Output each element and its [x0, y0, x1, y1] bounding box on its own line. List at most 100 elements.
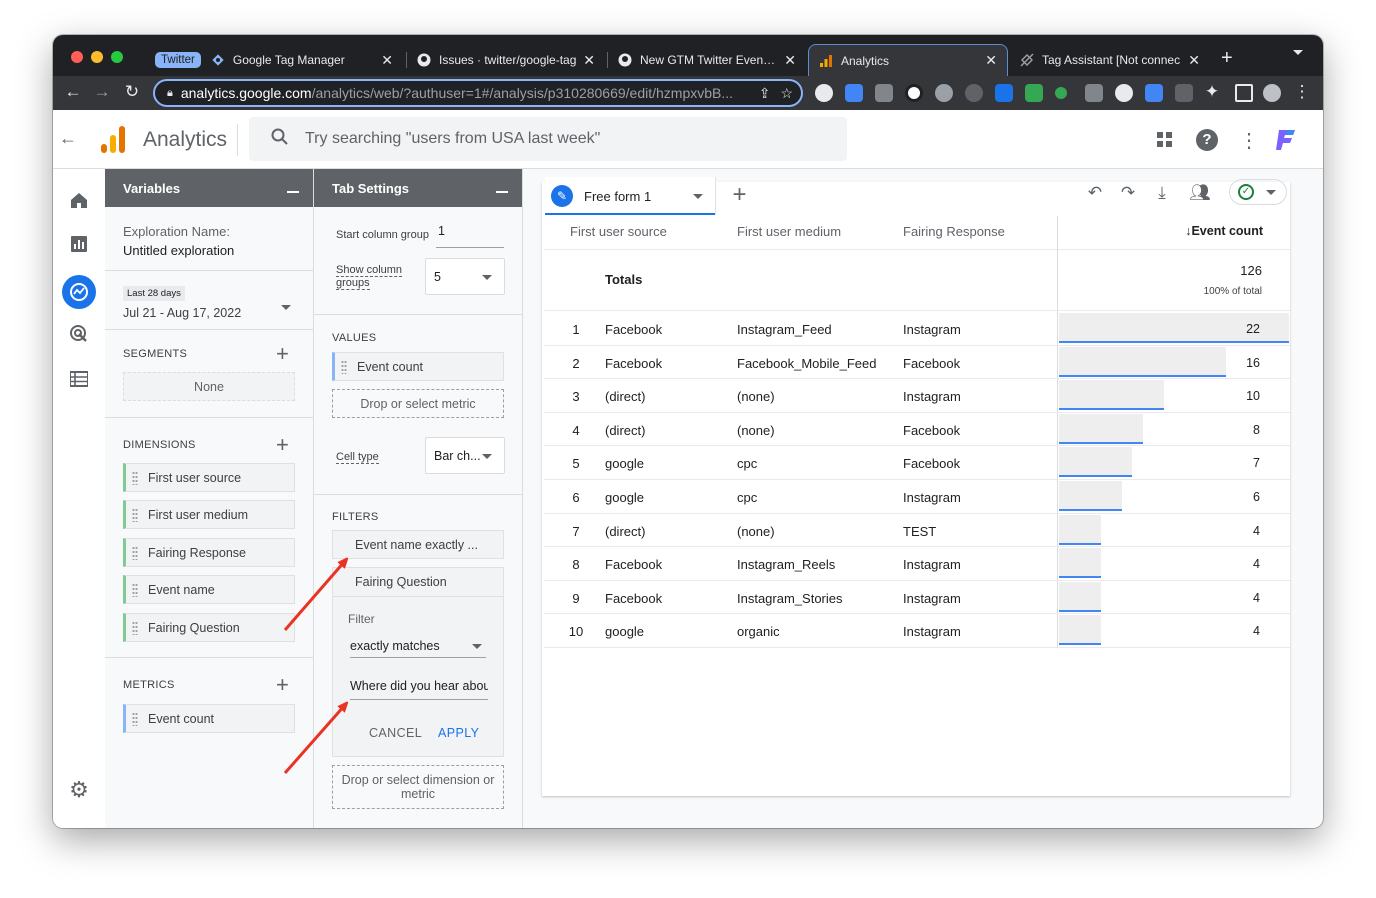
collapse-icon[interactable]	[496, 191, 508, 193]
dimension-chip[interactable]: Fairing Response	[123, 538, 295, 567]
column-header-first-user-source[interactable]: First user source	[570, 224, 667, 239]
dimension-chip[interactable]: Fairing Question	[123, 613, 295, 642]
drag-handle-icon[interactable]	[132, 471, 138, 485]
start-column-group-input[interactable]: 1	[436, 224, 504, 248]
tab-search-icon[interactable]	[1293, 50, 1303, 55]
date-range-selector[interactable]: Last 28 days Jul 21 - Aug 17, 2022	[123, 283, 295, 323]
share-icon[interactable]: ⇪	[759, 85, 771, 102]
extension-icon[interactable]	[1115, 84, 1133, 102]
add-tab-icon[interactable]: +	[715, 177, 763, 215]
column-header-event-count[interactable]: ↓Event count	[1153, 224, 1263, 238]
tab-group-badge[interactable]: Twitter	[155, 52, 201, 68]
extension-icon[interactable]	[1085, 84, 1103, 102]
drag-handle-icon[interactable]	[132, 546, 138, 560]
close-tab-icon[interactable]: ✕	[1188, 52, 1200, 69]
tab-github-new-gtm[interactable]: New GTM Twitter Event Pi ✕	[608, 44, 806, 76]
minimize-window-button[interactable]	[91, 51, 103, 63]
dimension-chip[interactable]: Event name	[123, 575, 295, 604]
close-tab-icon[interactable]: ✕	[381, 52, 393, 69]
match-type-select[interactable]: exactly matches	[350, 632, 486, 658]
profile-avatar[interactable]	[1263, 84, 1281, 102]
table-row[interactable]: 1 Facebook Instagram_Feed Instagram 22	[544, 312, 1290, 346]
reload-icon[interactable]: ↻	[121, 82, 143, 102]
bookmark-star-icon[interactable]: ☆	[780, 85, 793, 102]
download-icon[interactable]: ⤓	[1151, 183, 1173, 203]
help-icon[interactable]: ?	[1196, 129, 1218, 151]
table-row[interactable]: 2 Facebook Facebook_Mobile_Feed Facebook 16	[544, 346, 1290, 380]
extensions-puzzle-icon[interactable]: ✦	[1201, 82, 1223, 102]
table-row[interactable]: 3 (direct) (none) Instagram 10	[544, 379, 1290, 413]
tab-analytics[interactable]: Analytics ✕	[808, 44, 1008, 76]
address-bar[interactable]: 🔒︎ analytics.google.com /analytics/web/?…	[153, 79, 803, 107]
drop-dimension-target[interactable]: Drop or select dimension or metric	[332, 765, 504, 809]
extension-icon[interactable]	[1025, 84, 1043, 102]
close-window-button[interactable]	[71, 51, 83, 63]
tab-tag-assistant[interactable]: Tag Assistant [Not connec ✕	[1010, 44, 1210, 76]
close-tab-icon[interactable]: ✕	[583, 52, 595, 69]
admin-gear-icon[interactable]: ⚙	[66, 777, 92, 803]
apps-grid-icon[interactable]	[1157, 132, 1173, 153]
table-row[interactable]: 7 (direct) (none) TEST 4	[544, 514, 1290, 548]
report-tab[interactable]: ✎ Free form 1	[545, 177, 715, 215]
cancel-button[interactable]: CANCEL	[369, 726, 422, 740]
table-row[interactable]: 5 google cpc Facebook 7	[544, 446, 1290, 480]
status-check-chip[interactable]: ✓	[1229, 179, 1287, 205]
cell-type-select[interactable]: Bar ch...	[425, 437, 505, 474]
table-row[interactable]: 10 google organic Instagram 4	[544, 614, 1290, 648]
home-icon[interactable]	[66, 187, 92, 213]
table-row[interactable]: 9 Facebook Instagram_Stories Instagram 4	[544, 581, 1290, 615]
value-metric-chip[interactable]: Event count	[332, 352, 504, 381]
back-icon[interactable]: ←	[62, 82, 84, 102]
explore-icon[interactable]	[62, 275, 96, 309]
table-row[interactable]: 4 (direct) (none) Facebook 8	[544, 413, 1290, 447]
share-users-icon[interactable]: 👥︎	[1189, 183, 1211, 203]
dimension-chip[interactable]: First user medium	[123, 500, 295, 529]
drag-handle-icon[interactable]	[132, 621, 138, 635]
search-bar[interactable]: Try searching "users from USA last week"	[249, 117, 847, 161]
metric-chip[interactable]: Event count	[123, 704, 295, 733]
close-tab-icon[interactable]: ✕	[985, 52, 997, 69]
more-vert-icon[interactable]: ⋮	[1239, 128, 1259, 153]
collapse-icon[interactable]	[287, 191, 299, 193]
browser-menu-icon[interactable]: ⋮	[1291, 82, 1313, 102]
add-dimension-icon[interactable]: +	[276, 434, 289, 456]
table-row[interactable]: 6 google cpc Instagram 6	[544, 480, 1290, 514]
extension-icon[interactable]	[905, 84, 923, 102]
extension-icon[interactable]	[995, 84, 1013, 102]
dimension-chip[interactable]: First user source	[123, 463, 295, 492]
add-metric-icon[interactable]: +	[276, 674, 289, 696]
add-segment-icon[interactable]: +	[276, 343, 289, 365]
redo-icon[interactable]: ↷	[1117, 183, 1139, 203]
account-logo-icon[interactable]	[1273, 126, 1299, 157]
maximize-window-button[interactable]	[111, 51, 123, 63]
undo-icon[interactable]: ↶	[1084, 183, 1106, 203]
drag-handle-icon[interactable]	[132, 508, 138, 522]
sidebar-toggle-icon[interactable]	[1235, 84, 1253, 102]
extension-icon[interactable]	[1145, 84, 1163, 102]
column-header-fairing-response[interactable]: Fairing Response	[903, 224, 1005, 239]
extension-icon[interactable]	[1055, 87, 1067, 99]
apply-button[interactable]: APPLY	[438, 726, 479, 740]
back-arrow-icon[interactable]: ←	[59, 128, 77, 149]
column-header-first-user-medium[interactable]: First user medium	[737, 224, 841, 239]
extension-icon[interactable]	[935, 84, 953, 102]
tab-github-issues[interactable]: Issues · twitter/google-tag ✕	[407, 44, 605, 76]
close-tab-icon[interactable]: ✕	[784, 52, 796, 69]
reports-icon[interactable]	[66, 231, 92, 257]
extension-icon[interactable]	[845, 84, 863, 102]
show-column-groups-select[interactable]: 5	[425, 258, 505, 295]
drop-metric-target[interactable]: Drop or select metric	[332, 389, 504, 418]
analytics-logo-icon[interactable]	[101, 126, 127, 159]
extension-icon[interactable]	[875, 84, 893, 102]
extension-icon[interactable]	[965, 84, 983, 102]
filter-chip[interactable]: Event name exactly ...	[332, 530, 504, 559]
chevron-down-icon[interactable]	[693, 194, 703, 199]
tab-google-tag-manager[interactable]: Twitter Google Tag Manager ✕	[145, 44, 403, 76]
exploration-name-field[interactable]: Untitled exploration	[123, 243, 234, 258]
advertising-icon[interactable]	[66, 321, 92, 347]
drag-handle-icon[interactable]	[341, 360, 347, 374]
configure-icon[interactable]	[66, 366, 92, 392]
extension-icon[interactable]	[815, 84, 833, 102]
table-row[interactable]: 8 Facebook Instagram_Reels Instagram 4	[544, 547, 1290, 581]
extension-icon[interactable]	[1175, 84, 1193, 102]
